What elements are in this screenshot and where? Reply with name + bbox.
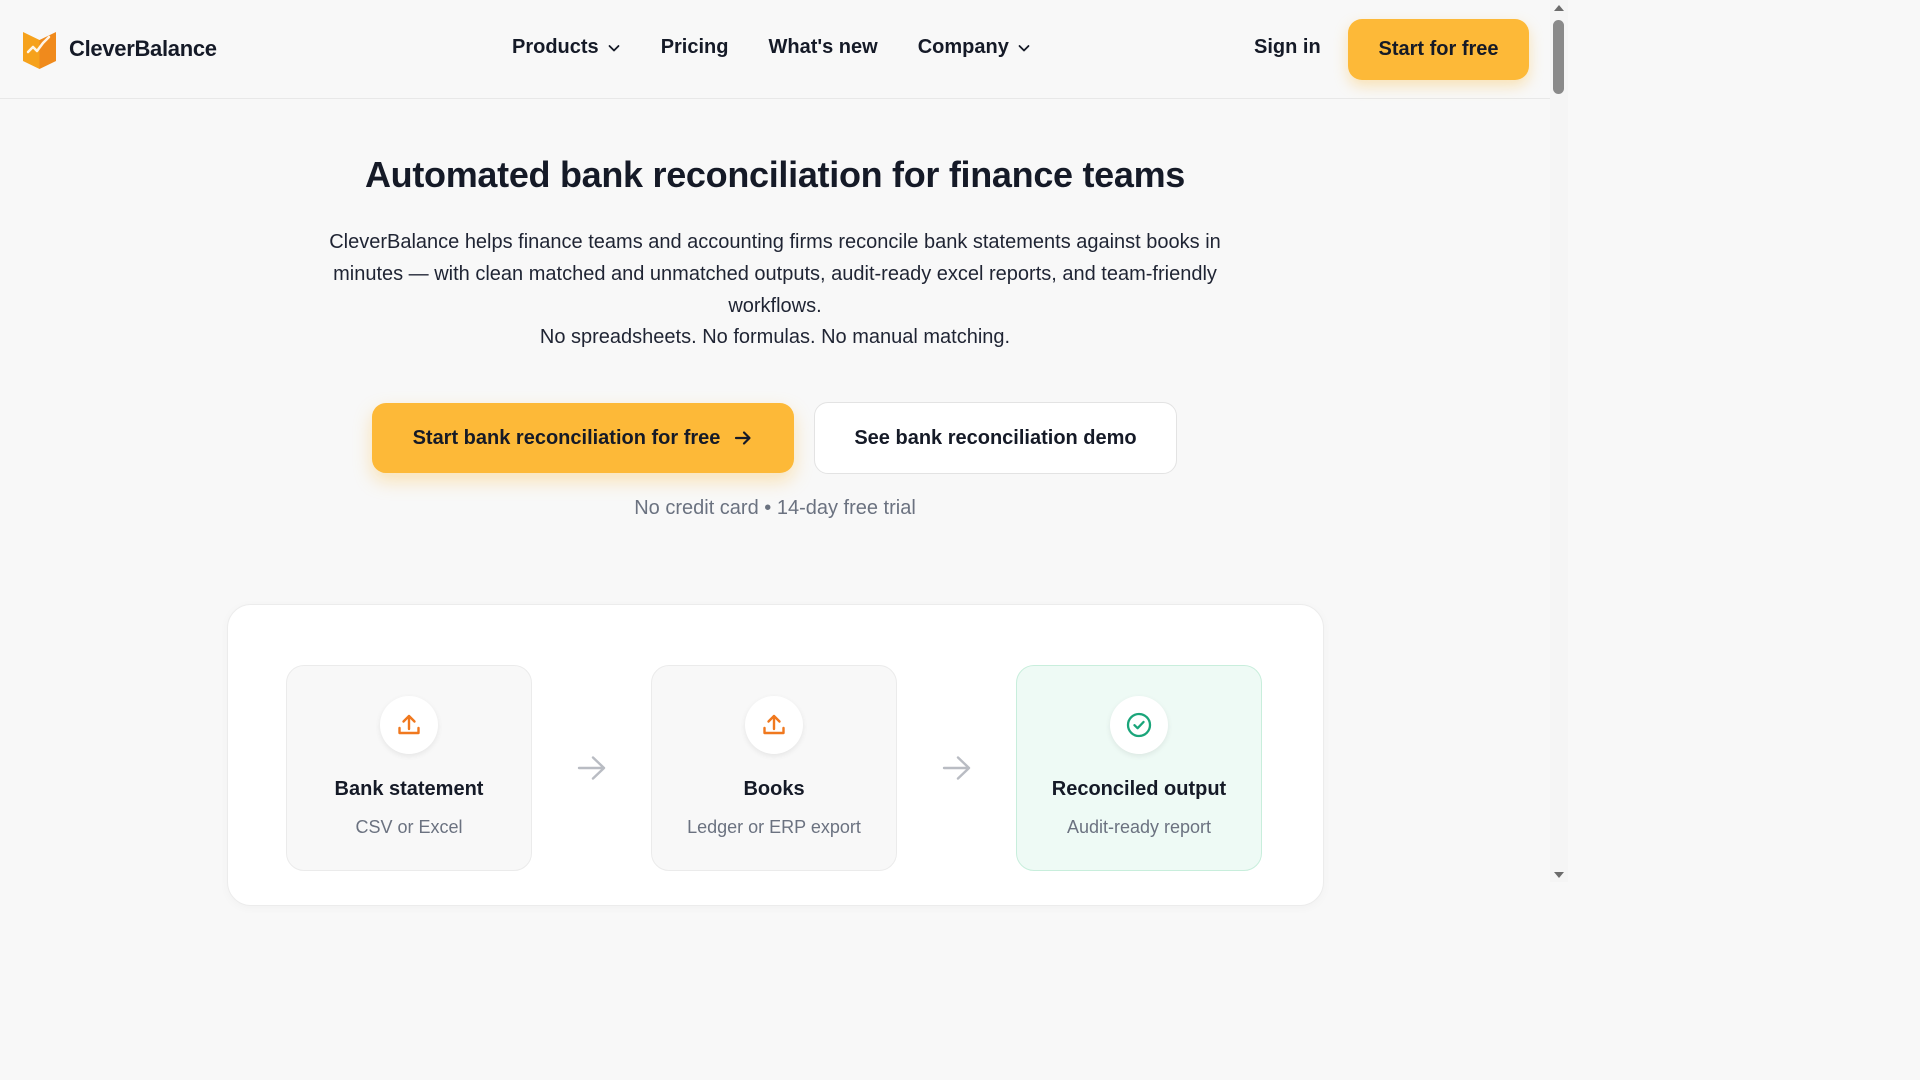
main-nav: Products Pricing What's new Company <box>512 36 1031 59</box>
site-header: CleverBalance Products Pricing What's ne… <box>0 0 1550 99</box>
scrollbar-thumb[interactable] <box>1553 20 1564 94</box>
chevron-down-icon <box>1018 44 1030 51</box>
step-title: Bank statement <box>334 778 484 800</box>
arrow-right-icon <box>735 431 752 445</box>
flow-step-books: Books Ledger or ERP export <box>651 665 897 871</box>
nav-item-label: What's new <box>768 36 878 58</box>
step-icon-badge <box>745 696 803 754</box>
step-title: Books <box>743 778 805 800</box>
nav-item-label: Pricing <box>660 36 729 58</box>
start-for-free-button[interactable]: Start for free <box>1348 19 1529 80</box>
upload-icon <box>398 714 420 735</box>
nav-item-label: Products <box>512 36 599 58</box>
flow-step-reconciled-output: Reconciled output Audit-ready report <box>1016 665 1262 871</box>
nav-item-label: Company <box>917 36 1009 58</box>
scroll-down-arrow-icon[interactable] <box>1554 872 1564 878</box>
nav-item-whats-new[interactable]: What's new <box>768 36 877 59</box>
check-circle-icon <box>1126 712 1152 738</box>
step-icon-badge <box>380 696 438 754</box>
start-reconciliation-button[interactable]: Start bank reconciliation for free <box>372 403 794 473</box>
flow-step-bank-statement: Bank statement CSV or Excel <box>286 665 532 871</box>
step-subtitle: CSV or Excel <box>355 817 463 837</box>
start-reconciliation-label: Start bank reconciliation for free <box>412 426 721 449</box>
step-icon-badge <box>1110 696 1168 754</box>
arrow-right-icon <box>942 756 971 780</box>
page-scrollbar[interactable] <box>1550 0 1568 882</box>
step-title: Reconciled output <box>1051 778 1227 800</box>
brand-name: CleverBalance <box>69 35 217 61</box>
cleverbalance-logo-icon <box>23 32 56 69</box>
reconciliation-flow-card: Bank statement CSV or Excel Books Ledger… <box>227 604 1324 906</box>
scroll-up-arrow-icon[interactable] <box>1554 5 1564 11</box>
upload-icon <box>763 714 785 735</box>
step-subtitle: Audit-ready report <box>1066 817 1212 837</box>
nav-item-pricing[interactable]: Pricing <box>661 36 729 59</box>
step-subtitle: Ledger or ERP export <box>687 817 861 837</box>
hero-tagline: No spreadsheets. No formulas. No manual … <box>539 326 1011 348</box>
nav-item-products[interactable]: Products <box>512 36 621 59</box>
logo[interactable]: CleverBalance <box>23 28 217 69</box>
hero-title: Automated bank reconciliation for financ… <box>364 154 1186 195</box>
see-demo-button[interactable]: See bank reconciliation demo <box>814 402 1177 474</box>
arrow-right-icon <box>577 756 606 780</box>
nav-item-company[interactable]: Company <box>918 36 1031 59</box>
trial-note: No credit card • 14-day free trial <box>634 497 916 519</box>
chevron-down-icon <box>608 44 620 51</box>
sign-in-link[interactable]: Sign in <box>1254 36 1321 59</box>
hero-description: CleverBalance helps finance teams and ac… <box>329 231 1221 317</box>
